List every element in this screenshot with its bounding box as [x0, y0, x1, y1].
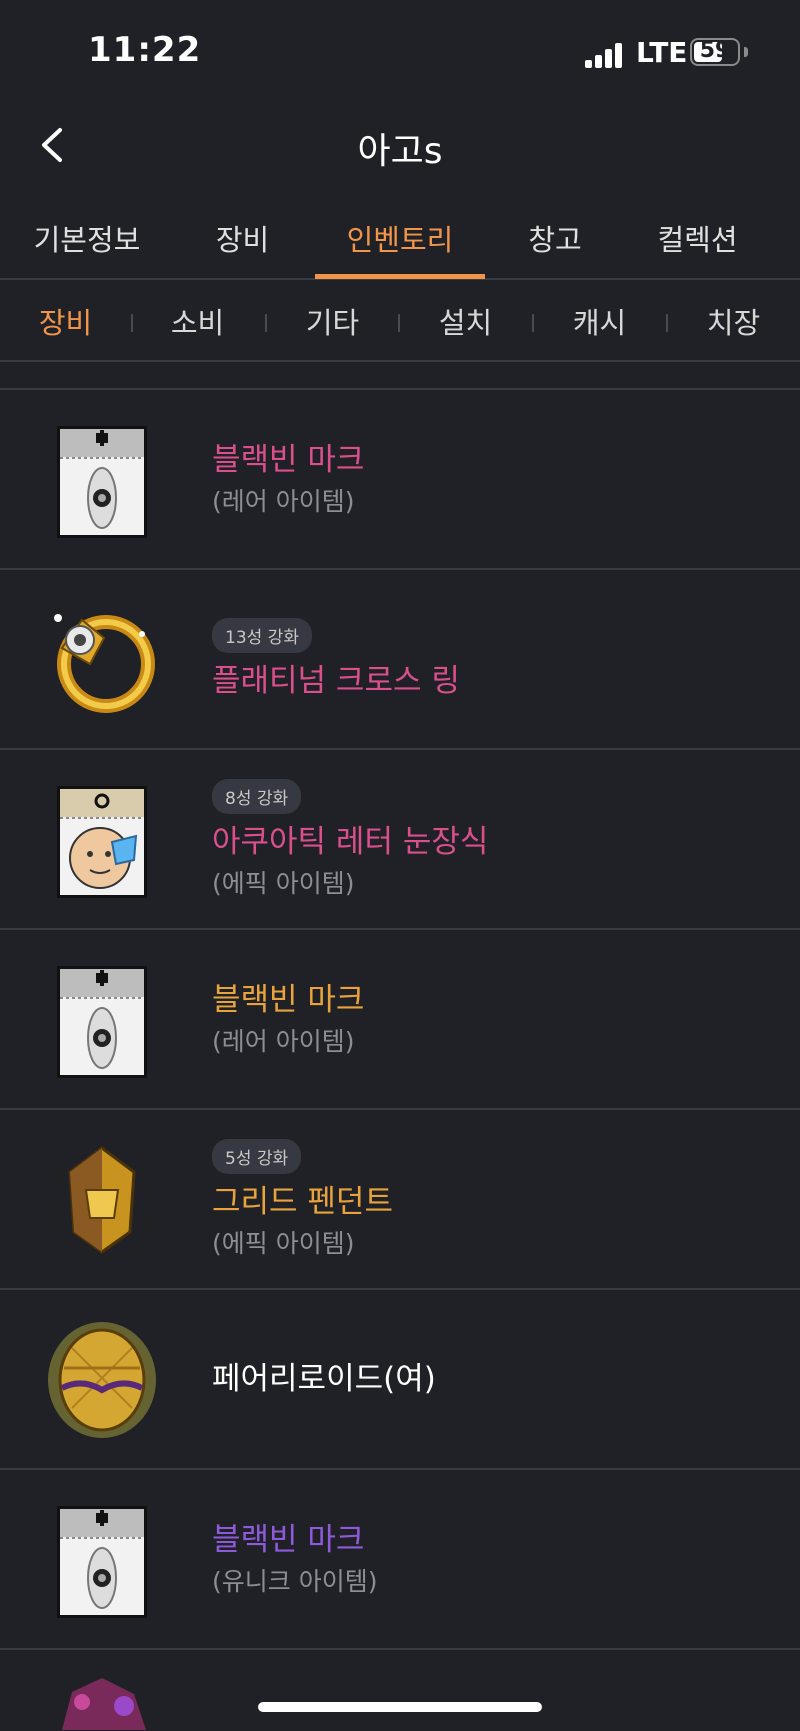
fairy-lloyd-egg-icon [42, 1318, 162, 1442]
enhancement-badge: 13성 강화 [212, 617, 312, 653]
item-text: 블랙빈 마크 (레어 아이템) [212, 930, 364, 1108]
item-text: 8성 강화 아쿠아틱 레터 눈장식 (에픽 아이템) [212, 750, 488, 928]
subtab-consumable[interactable]: 소비 [160, 300, 235, 342]
item-text: 블랙빈 마크 (레어 아이템) [212, 390, 364, 568]
subtab-install[interactable]: 설치 [428, 300, 503, 342]
enhancement-badge: 5성 강화 [212, 1138, 302, 1174]
item-name: 그리드 펜던트 [212, 1183, 393, 1220]
active-tab-indicator [315, 274, 485, 279]
nav-header: 아고s [0, 100, 800, 190]
tab-collection[interactable]: 컬렉션 [640, 217, 755, 259]
tab-storage[interactable]: 창고 [505, 217, 605, 259]
list-item-partial[interactable] [0, 1650, 800, 1730]
black-bean-mark-icon [42, 418, 162, 542]
item-name: 블랙빈 마크 [212, 982, 365, 1018]
list-item[interactable]: 5성 강화 그리드 펜던트 (에픽 아이템) [0, 1110, 800, 1290]
divider [666, 314, 668, 332]
battery-level: 59 [699, 38, 731, 63]
page-title: 아고s [357, 131, 443, 172]
inventory-list: 블랙빈 마크 (레어 아이템) 13성 강화 플래티넘 크로스 링 8성 강화 … [0, 388, 800, 1730]
item-name: 블랙빈 마크 [212, 1522, 365, 1558]
sub-tabs: 장비 소비 기타 설치 캐시 치장 [0, 282, 800, 362]
list-item[interactable]: 블랙빈 마크 (레어 아이템) [0, 390, 800, 570]
item-name: 아쿠아틱 레터 눈장식 [212, 823, 489, 860]
signal-icon [585, 42, 625, 68]
item-icon-partial [42, 1672, 162, 1730]
item-rarity: (에픽 아이템) [212, 868, 355, 898]
status-time: 11:22 [88, 30, 202, 70]
item-text: 블랙빈 마크 (유니크 아이템) [212, 1470, 377, 1648]
item-rarity: (유니크 아이템) [212, 1567, 378, 1596]
item-text: 13성 강화 플래티넘 크로스 링 [212, 570, 460, 748]
tab-inventory[interactable]: 인벤토리 [315, 217, 485, 259]
list-item[interactable]: 블랙빈 마크 (레어 아이템) [0, 930, 800, 1110]
enhancement-badge: 8성 강화 [212, 778, 302, 814]
item-text: 5성 강화 그리드 펜던트 (에픽 아이템) [212, 1110, 393, 1288]
item-rarity: (레어 아이템) [212, 1027, 355, 1056]
item-name: 블랙빈 마크 [212, 442, 365, 478]
list-item[interactable]: 블랙빈 마크 (유니크 아이템) [0, 1470, 800, 1650]
status-bar: 11:22 LTE 59 [0, 0, 800, 100]
item-name: 페어리로이드(여) [212, 1361, 436, 1397]
item-rarity: (레어 아이템) [212, 487, 355, 516]
network-type: LTE [636, 36, 688, 69]
item-name: 플래티넘 크로스 링 [212, 662, 460, 699]
subtab-cash[interactable]: 캐시 [562, 300, 637, 342]
item-rarity: (에픽 아이템) [212, 1228, 355, 1258]
black-bean-mark-icon [42, 958, 162, 1082]
list-item[interactable]: 13성 강화 플래티넘 크로스 링 [0, 570, 800, 750]
platinum-cross-ring-icon [42, 598, 162, 722]
main-tabs: 기본정보 장비 인벤토리 창고 컬렉션 [0, 205, 800, 280]
divider [265, 314, 267, 332]
list-item[interactable]: 페어리로이드(여) [0, 1290, 800, 1470]
aquatic-letter-eye-accessory-icon [42, 778, 162, 902]
subtab-etc[interactable]: 기타 [295, 300, 370, 342]
battery-icon: 59 [690, 38, 740, 66]
list-item[interactable]: 8성 강화 아쿠아틱 레터 눈장식 (에픽 아이템) [0, 750, 800, 930]
divider [131, 314, 133, 332]
tab-equipment[interactable]: 장비 [190, 217, 295, 259]
subtab-cosmetic[interactable]: 치장 [696, 300, 771, 342]
divider [398, 314, 400, 332]
battery-tip [744, 47, 748, 57]
tab-basic-info[interactable]: 기본정보 [22, 217, 152, 259]
black-bean-mark-icon [42, 1498, 162, 1622]
divider [532, 314, 534, 332]
item-text: 페어리로이드(여) [212, 1290, 436, 1468]
subtab-equipment[interactable]: 장비 [28, 300, 103, 342]
home-indicator [258, 1702, 542, 1712]
greed-pendant-icon [42, 1138, 162, 1262]
